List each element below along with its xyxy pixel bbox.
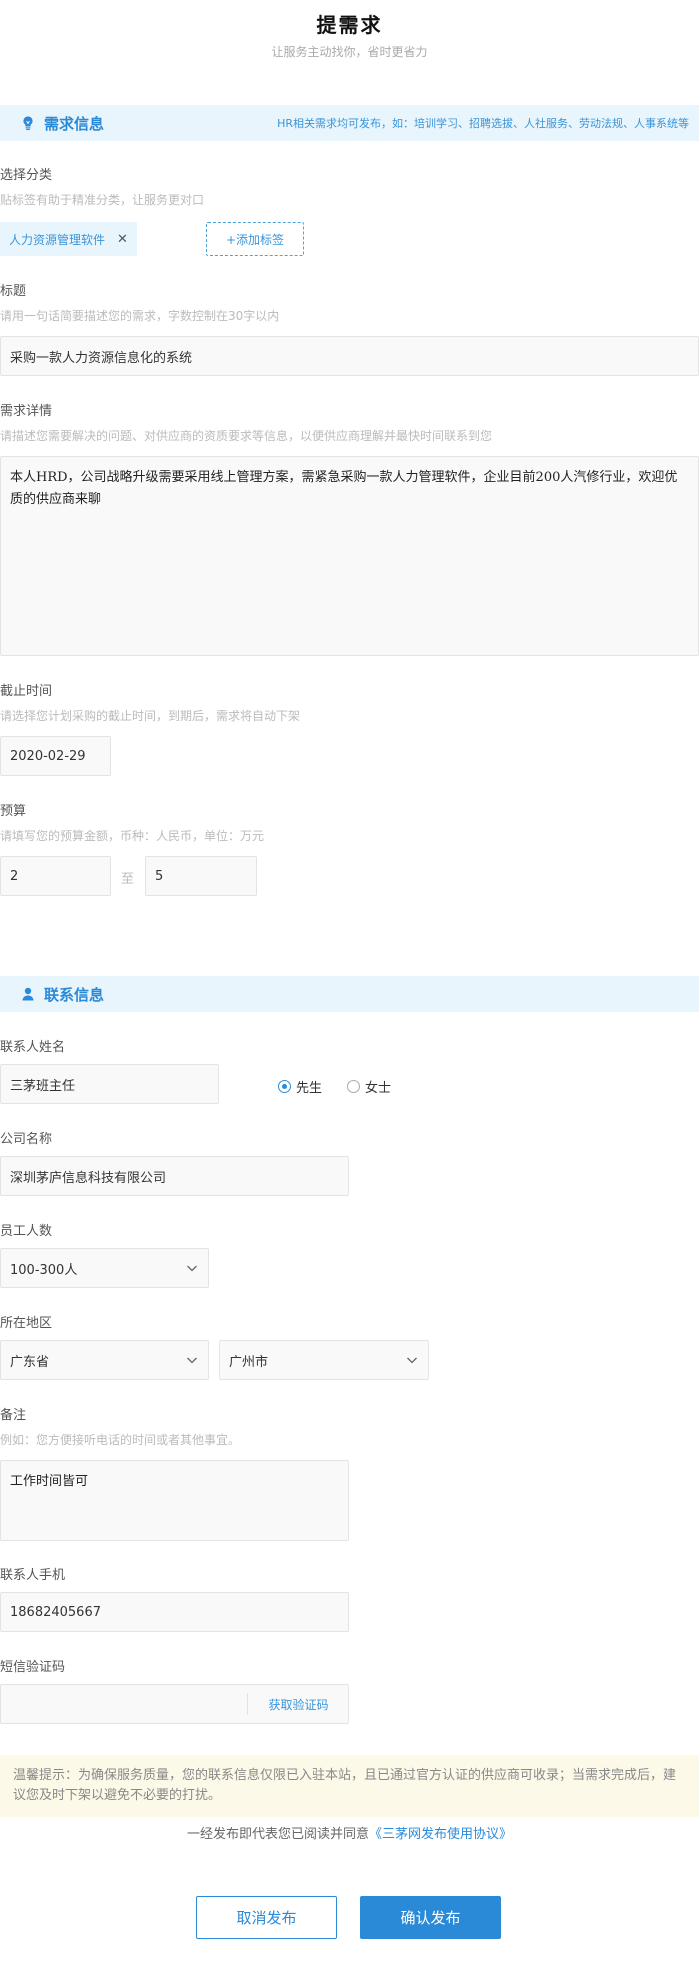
budget-max-input[interactable]: 5: [145, 856, 257, 896]
employees-select[interactable]: 100-300人: [0, 1248, 209, 1288]
deadline-hint: 请选择您计划采购的截止时间，到期后，需求将自动下架: [0, 709, 301, 723]
budget-hint: 请填写您的预算金额，币种：人民币，单位：万元: [0, 829, 265, 843]
budget-range-separator: 至: [121, 872, 135, 887]
gender-option-female[interactable]: 女士: [347, 1077, 391, 1096]
employees-label: 员工人数: [0, 1224, 53, 1239]
city-select[interactable]: 广州市: [219, 1340, 429, 1380]
region-label: 所在地区: [0, 1316, 53, 1331]
agreement-line: 一经发布即代表您已阅读并同意《三茅网发布使用协议》: [0, 1826, 699, 1844]
budget-label: 预算: [0, 804, 27, 819]
contact-name-label: 联系人姓名: [0, 1040, 66, 1055]
title-hint: 请用一句话简要描述您的需求，字数控制在30字以内: [0, 309, 280, 323]
radio-unchecked-icon: [347, 1080, 360, 1093]
sms-label: 短信验证码: [0, 1660, 66, 1675]
company-input[interactable]: 深圳茅庐信息科技有限公司: [0, 1156, 349, 1196]
page-header: 提需求 让服务主动找你，省时更省力: [0, 0, 699, 105]
page-title: 提需求: [316, 13, 383, 37]
demand-section-header: 需求信息 HR相关需求均可发布，如：培训学习、招聘选拔、人社服务、劳动法规、人事…: [0, 105, 699, 141]
gender-option-male[interactable]: 先生: [278, 1077, 322, 1096]
remark-label: 备注: [0, 1408, 27, 1423]
agreement-text: 一经发布即代表您已阅读并同意: [186, 1827, 369, 1842]
add-tag-button[interactable]: +添加标签: [206, 222, 304, 256]
detail-hint: 请描述您需要解决的问题、对供应商的资质要求等信息，以便供应商理解并最快时间联系到…: [0, 429, 493, 443]
radio-checked-icon: [278, 1080, 291, 1093]
agreement-link[interactable]: 《三茅网发布使用协议》: [369, 1827, 512, 1842]
employees-select-value: 100-300人: [10, 1262, 78, 1278]
category-hint: 贴标签有助于精准分类，让服务更对口: [0, 193, 205, 207]
confirm-button[interactable]: 确认发布: [360, 1896, 501, 1939]
category-tag-label: 人力资源管理软件: [9, 232, 106, 247]
get-code-button[interactable]: 获取验证码: [247, 1693, 349, 1715]
chevron-down-icon: [187, 1265, 197, 1272]
contact-section-title: 联系信息: [44, 985, 105, 1004]
deadline-label: 截止时间: [0, 684, 53, 699]
company-label: 公司名称: [0, 1132, 53, 1147]
sms-code-input[interactable]: 获取验证码: [0, 1684, 349, 1724]
chevron-down-icon: [407, 1357, 417, 1364]
detail-textarea[interactable]: 本人HRD，公司战略升级需要采用线上管理方案，需紧急采购一款人力管理软件，企业目…: [0, 456, 699, 656]
title-input[interactable]: 采购一款人力资源信息化的系统: [0, 336, 699, 376]
close-icon[interactable]: ✕: [117, 232, 128, 247]
remark-hint: 例如：您方便接听电话的时间或者其他事宜。: [0, 1433, 241, 1447]
detail-label: 需求详情: [0, 404, 53, 419]
phone-label: 联系人手机: [0, 1568, 66, 1583]
tip-notice: 温馨提示：为确保服务质量，您的联系信息仅限已入驻本站，且已通过官方认证的供应商可…: [0, 1755, 699, 1817]
contact-section-header: 联系信息: [0, 976, 699, 1012]
title-label: 标题: [0, 284, 27, 299]
gender-option-female-label: 女士: [365, 1081, 392, 1096]
chevron-down-icon: [187, 1357, 197, 1364]
category-label: 选择分类: [0, 168, 53, 183]
deadline-input[interactable]: 2020-02-29: [0, 736, 111, 776]
person-icon: [20, 986, 36, 1002]
remark-textarea[interactable]: 工作时间皆可: [0, 1460, 349, 1541]
province-select[interactable]: 广东省: [0, 1340, 209, 1380]
lightbulb-icon: [20, 115, 36, 131]
demand-section-note: HR相关需求均可发布，如：培训学习、招聘选拔、人社服务、劳动法规、人事系统等: [277, 117, 689, 130]
category-tag[interactable]: 人力资源管理软件 ✕: [0, 222, 137, 256]
city-select-value: 广州市: [229, 1354, 269, 1370]
gender-option-male-label: 先生: [296, 1081, 323, 1096]
province-select-value: 广东省: [10, 1354, 50, 1370]
cancel-button[interactable]: 取消发布: [196, 1896, 337, 1939]
contact-name-input[interactable]: 三茅班主任: [0, 1064, 219, 1104]
budget-min-input[interactable]: 2: [0, 856, 111, 896]
demand-section-title: 需求信息: [44, 114, 105, 133]
page-subtitle: 让服务主动找你，省时更省力: [271, 45, 428, 59]
phone-input[interactable]: 18682405667: [0, 1592, 349, 1632]
